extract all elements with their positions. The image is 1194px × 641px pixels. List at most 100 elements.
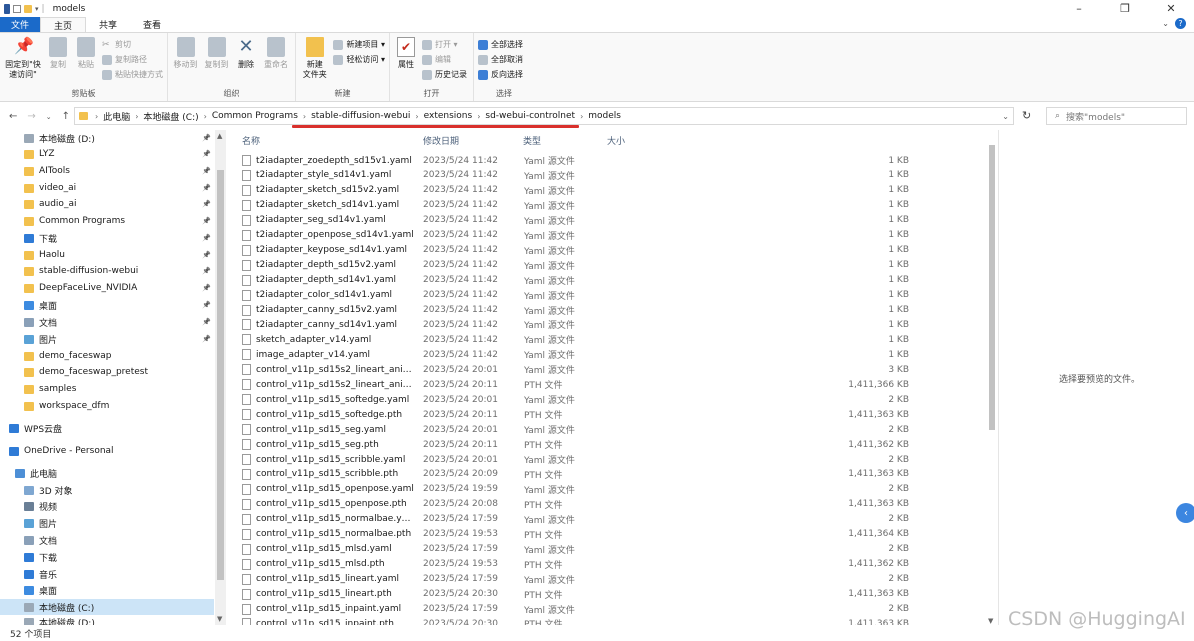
sidebar-item[interactable]: WPS云盘 [0, 420, 214, 436]
sidebar-item[interactable]: 此电脑 [0, 465, 214, 481]
select-none-button[interactable]: 全部取消 [478, 53, 523, 66]
tab-share[interactable]: 共享 [86, 17, 130, 32]
sidebar-item[interactable]: 本地磁盘 (C:) [0, 599, 214, 615]
open-button[interactable]: 打开 ▾ [422, 38, 467, 51]
pin-icon[interactable]: 📌 [202, 267, 211, 275]
breadcrumb-chevron-icon[interactable]: › [577, 112, 586, 121]
tab-home[interactable]: 主页 [40, 17, 87, 32]
help-icon[interactable]: ? [1175, 18, 1186, 29]
file-row[interactable]: control_v11p_sd15_openpose.pth 2023/5/24 … [240, 497, 985, 512]
easy-access-button[interactable]: 轻松访问 ▾ [333, 53, 385, 66]
sidebar-item[interactable]: 文档 [0, 532, 214, 548]
pin-icon[interactable]: 📌 [202, 217, 211, 225]
file-row[interactable]: control_v11p_sd15_inpaint.pth 2023/5/24 2… [240, 616, 985, 625]
close-button[interactable]: ✕ [1148, 0, 1194, 17]
scroll-down-icon[interactable]: ▼ [217, 615, 222, 623]
navigation-scrollbar[interactable]: ▲ ▼ [215, 130, 226, 625]
dropdown-arrow-icon[interactable]: ▾ [35, 5, 39, 13]
breadcrumb-chevron-icon[interactable]: › [201, 112, 210, 121]
pin-icon[interactable]: 📌 [202, 251, 211, 259]
breadcrumb-chevron-icon[interactable]: › [474, 112, 483, 121]
sidebar-item[interactable]: samples [0, 381, 214, 397]
sidebar-item[interactable]: 下载 [0, 549, 214, 565]
sidebar-item[interactable]: Haolu 📌 [0, 247, 214, 263]
file-row[interactable]: t2iadapter_style_sd14v1.yaml 2023/5/24 11… [240, 168, 985, 183]
breadcrumb-this-pc[interactable]: 此电脑 [101, 110, 132, 123]
pin-icon[interactable]: 📌 [202, 150, 211, 158]
file-row[interactable]: t2iadapter_openpose_sd14v1.yaml 2023/5/24… [240, 228, 985, 243]
up-arrow-icon[interactable]: ↑ [62, 111, 70, 122]
file-row[interactable]: sketch_adapter_v14.yaml 2023/5/24 11:42 Ya… [240, 332, 985, 347]
scroll-down-icon[interactable]: ▼ [988, 617, 993, 625]
file-row[interactable]: control_v11p_sd15s2_lineart_anime.pth 202… [240, 377, 985, 392]
breadcrumb-drive-c[interactable]: 本地磁盘 (C:) [141, 110, 200, 123]
scrollbar-thumb[interactable] [989, 145, 995, 430]
column-header-type[interactable]: 类型 [523, 133, 541, 148]
tab-view[interactable]: 查看 [130, 17, 174, 32]
sidebar-item[interactable]: Common Programs 📌 [0, 213, 214, 229]
breadcrumb-common-programs[interactable]: Common Programs [210, 111, 300, 121]
pin-icon[interactable]: 📌 [202, 200, 211, 208]
pin-icon[interactable]: 📌 [202, 234, 211, 242]
sidebar-item[interactable]: 下载 📌 [0, 230, 214, 246]
file-row[interactable]: control_v11p_sd15_seg.pth 2023/5/24 20:11… [240, 437, 985, 452]
refresh-icon[interactable]: ↻ [1022, 109, 1031, 122]
file-row[interactable]: t2iadapter_sketch_sd15v2.yaml 2023/5/24 1… [240, 183, 985, 198]
sidebar-item[interactable]: 图片 📌 [0, 331, 214, 347]
file-row[interactable]: control_v11p_sd15_softedge.pth 2023/5/24 … [240, 407, 985, 422]
file-row[interactable]: t2iadapter_zoedepth_sd15v1.yaml 2023/5/24… [240, 153, 985, 168]
breadcrumb-models[interactable]: models [586, 111, 623, 121]
file-row[interactable]: control_v11p_sd15_normalbae.pth 2023/5/24… [240, 527, 985, 542]
file-row[interactable]: control_v11p_sd15_lineart.pth 2023/5/24 2… [240, 587, 985, 602]
sidebar-item[interactable]: DeepFaceLive_NVIDIA 📌 [0, 280, 214, 296]
back-arrow-icon[interactable]: ← [9, 111, 17, 122]
maximize-button[interactable]: ❐ [1102, 0, 1148, 17]
sidebar-item[interactable]: 桌面 [0, 582, 214, 598]
sidebar-item[interactable]: 文档 📌 [0, 314, 214, 330]
expand-ribbon-icon[interactable]: ⌄ [1162, 19, 1169, 28]
sidebar-item[interactable]: 3D 对象 [0, 482, 214, 498]
sidebar-item[interactable]: 桌面 📌 [0, 297, 214, 313]
file-row[interactable]: t2iadapter_depth_sd15v2.yaml 2023/5/24 11… [240, 258, 985, 273]
sidebar-item[interactable]: stable-diffusion-webui 📌 [0, 263, 214, 279]
pin-icon[interactable]: 📌 [202, 134, 211, 142]
file-row[interactable]: control_v11p_sd15_lineart.yaml 2023/5/24 … [240, 572, 985, 587]
recent-chevron-icon[interactable]: ⌄ [46, 111, 52, 122]
forward-arrow-icon[interactable]: → [27, 111, 35, 122]
minimize-button[interactable]: – [1056, 0, 1102, 17]
file-row[interactable]: control_v11p_sd15_openpose.yaml 2023/5/24… [240, 482, 985, 497]
folder-icon[interactable] [24, 4, 32, 13]
edit-button[interactable]: 编辑 [422, 53, 467, 66]
breadcrumb-chevron-icon[interactable]: › [300, 112, 309, 121]
address-dropdown-icon[interactable]: ⌄ [1002, 112, 1009, 121]
select-all-button[interactable]: 全部选择 [478, 38, 523, 51]
file-row[interactable]: control_v11p_sd15_softedge.yaml 2023/5/24… [240, 392, 985, 407]
paste-shortcut-button[interactable]: 粘贴快捷方式 [102, 68, 163, 81]
search-box[interactable]: ⌕ 搜索"models" [1046, 107, 1187, 125]
side-collapse-button[interactable]: ‹ [1176, 503, 1194, 523]
file-row[interactable]: t2iadapter_canny_sd15v2.yaml 2023/5/24 11… [240, 303, 985, 318]
file-list-scrollbar[interactable]: ▼ [987, 145, 997, 625]
sidebar-item[interactable]: demo_faceswap_pretest [0, 364, 214, 380]
sidebar-item[interactable]: LYZ 📌 [0, 146, 214, 162]
file-row[interactable]: control_v11p_sd15_mlsd.pth 2023/5/24 19:5… [240, 557, 985, 572]
pin-icon[interactable]: 📌 [202, 167, 211, 175]
address-bar[interactable]: › 此电脑 › 本地磁盘 (C:) › Common Programs › st… [74, 107, 1014, 125]
sidebar-item[interactable]: 视频 [0, 498, 214, 514]
file-row[interactable]: control_v11p_sd15s2_lineart_anime.y... 20… [240, 362, 985, 377]
pin-icon[interactable]: 📌 [202, 318, 211, 326]
file-row[interactable]: t2iadapter_keypose_sd14v1.yaml 2023/5/24 … [240, 243, 985, 258]
file-row[interactable]: t2iadapter_depth_sd14v1.yaml 2023/5/24 11… [240, 273, 985, 288]
file-row[interactable]: t2iadapter_sketch_sd14v1.yaml 2023/5/24 1… [240, 198, 985, 213]
file-row[interactable]: t2iadapter_seg_sd14v1.yaml 2023/5/24 11:4… [240, 213, 985, 228]
invert-selection-button[interactable]: 反向选择 [478, 68, 523, 81]
sidebar-item[interactable]: OneDrive - Personal [0, 443, 214, 459]
breadcrumb-chevron-icon[interactable]: › [412, 112, 421, 121]
pin-icon[interactable]: 📌 [202, 335, 211, 343]
sidebar-item[interactable]: 本地磁盘 (D:) [0, 614, 214, 625]
file-row[interactable]: control_v11p_sd15_normalbae.yaml 2023/5/2… [240, 512, 985, 527]
file-row[interactable]: control_v11p_sd15_inpaint.yaml 2023/5/24 … [240, 602, 985, 617]
breadcrumb-extensions[interactable]: extensions [422, 111, 475, 121]
column-header-size[interactable]: 大小 [607, 133, 625, 148]
breadcrumb-stable-diffusion-webui[interactable]: stable-diffusion-webui [309, 111, 412, 121]
